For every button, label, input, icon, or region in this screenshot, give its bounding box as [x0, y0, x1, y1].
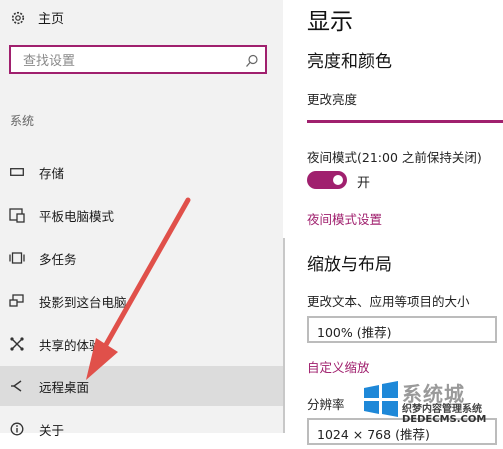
nav-home[interactable]: 主页 — [10, 8, 64, 27]
brightness-slider[interactable] — [307, 120, 503, 123]
tablet-mode-icon — [9, 207, 25, 223]
night-mode-settings-link[interactable]: 夜间模式设置 — [307, 209, 382, 228]
scale-dropdown[interactable]: 100% (推荐) — [307, 316, 497, 343]
section-label-system: 系统 — [10, 114, 35, 128]
watermark: 系统城 织梦内容管理系统 DEDECMS.COM — [362, 376, 503, 433]
project-icon — [9, 293, 25, 309]
scale-value: 100% (推荐) — [317, 325, 392, 340]
sidebar-item-label: 多任务 — [39, 251, 77, 267]
sidebar-item-multitasking[interactable]: 多任务 — [0, 238, 283, 278]
multitasking-icon — [9, 250, 25, 266]
sidebar-item-label: 投影到这台电脑 — [39, 294, 127, 310]
sidebar-item-label: 平板电脑模式 — [39, 208, 115, 224]
search-input[interactable] — [21, 51, 245, 71]
brightness-heading: 亮度和颜色 — [307, 52, 392, 72]
page-title: 显示 — [307, 9, 353, 35]
watermark-subtitle: 织梦内容管理系统 — [402, 404, 482, 415]
sidebar-item-label: 远程桌面 — [39, 379, 90, 395]
night-mode-label: 夜间模式(21:00 之前保持关闭) — [307, 150, 482, 165]
storage-icon — [9, 164, 25, 180]
sidebar-item-storage[interactable]: 存储 — [0, 152, 283, 192]
search-icon[interactable] — [245, 53, 259, 67]
nav-home-label: 主页 — [38, 12, 65, 27]
gear-icon — [10, 10, 26, 26]
scale-heading: 缩放与布局 — [307, 255, 392, 275]
settings-main: 显示 亮度和颜色 更改亮度 夜间模式(21:00 之前保持关闭) 开 夜间模式设… — [285, 0, 503, 445]
night-mode-state: 开 — [357, 176, 371, 191]
sidebar-item-label: 关于 — [39, 422, 65, 438]
windows-logo-icon — [364, 381, 398, 417]
sidebar-item-shared-experiences[interactable]: 共享的体验 — [0, 324, 283, 364]
sidebar-item-label: 共享的体验 — [39, 337, 102, 353]
shared-experiences-icon — [9, 336, 25, 352]
search-box[interactable] — [9, 45, 267, 74]
about-icon — [9, 421, 25, 437]
sidebar-item-label: 存储 — [39, 165, 65, 181]
sidebar-item-remote-desktop[interactable]: 远程桌面 — [0, 366, 283, 406]
watermark-url: DEDECMS.COM — [402, 414, 487, 425]
toggle-knob — [333, 175, 343, 185]
sidebar-item-about[interactable]: 关于 — [0, 409, 283, 449]
scale-label: 更改文本、应用等项目的大小 — [307, 294, 470, 309]
sidebar-item-project[interactable]: 投影到这台电脑 — [0, 281, 283, 321]
sidebar-item-tablet-mode[interactable]: 平板电脑模式 — [0, 195, 283, 235]
settings-sidebar: 主页 系统 存储 平板电脑模式 多任务 投影到这台电脑 — [0, 0, 283, 438]
custom-scale-link[interactable]: 自定义缩放 — [307, 357, 370, 376]
brightness-label: 更改亮度 — [307, 92, 358, 107]
resolution-label: 分辨率 — [307, 397, 345, 412]
remote-desktop-icon — [9, 378, 25, 394]
night-mode-toggle[interactable] — [307, 171, 347, 189]
